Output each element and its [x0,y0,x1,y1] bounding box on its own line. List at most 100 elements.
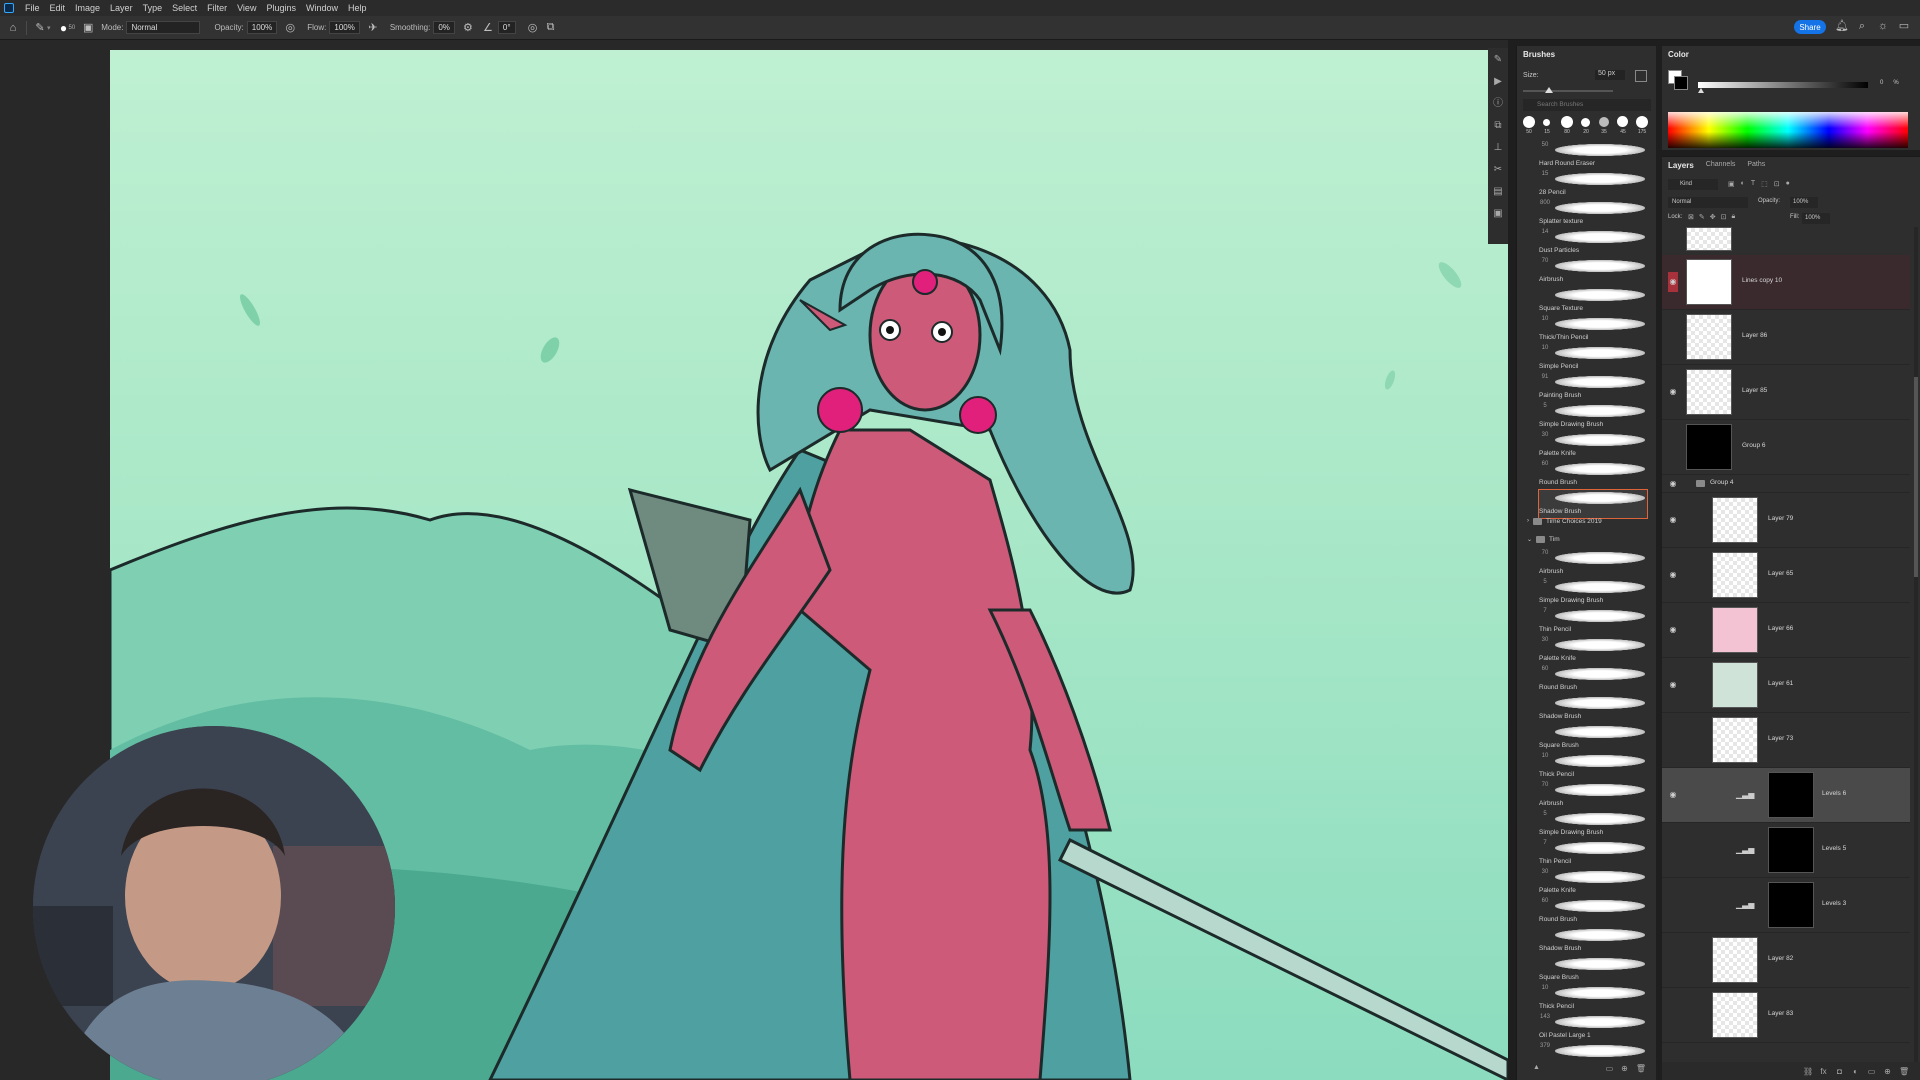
brush-preset-item[interactable]: 14 Dust Particles [1539,229,1647,257]
tab-paths[interactable]: Paths [1747,161,1765,170]
chevron-down-icon[interactable]: ⌄ [1527,536,1532,543]
brush-preset-item[interactable]: 91 Painting Brush [1539,374,1647,402]
chevron-down-icon[interactable]: ▾ [47,24,51,32]
layer-thumbnail[interactable] [1686,314,1732,360]
brush-folder[interactable]: › Time Choices 2019 [1527,514,1647,528]
brush-preset-item[interactable]: 5 Simple Drawing Brush [1539,403,1647,431]
menu-file[interactable]: File [20,3,45,13]
eye-icon[interactable] [1668,332,1678,342]
mode-select[interactable]: Normal [126,21,201,34]
k-value[interactable]: 0% [1880,80,1899,86]
layer-row[interactable]: Layer 86 [1662,310,1910,365]
new-brush-icon[interactable] [1635,70,1647,82]
search-brushes-input[interactable]: Search Brushes [1523,99,1651,111]
export-icon[interactable]: ▣ [1492,208,1504,220]
color-panel-title[interactable]: Color [1668,50,1689,59]
brush-preset-item[interactable]: 30 Palette Knife [1539,869,1647,897]
brush-preset-item[interactable]: 70 Airbrush [1539,258,1647,286]
brush-preset-item[interactable]: Shadow Brush [1539,695,1647,723]
lock-transparency-icon[interactable]: ⊠ [1688,213,1694,221]
layer-thumbnail[interactable] [1712,992,1758,1038]
preset-brush[interactable] [1581,118,1590,127]
adjustment-filter-icon[interactable]: ◐ [1741,180,1745,188]
brush-preset-item[interactable]: 30 Palette Knife [1539,432,1647,460]
levels-adjustment-icon[interactable]: ▁▃▅ [1736,900,1754,909]
brush-preset-item[interactable]: 30 Palette Knife [1539,637,1647,665]
symmetry-icon[interactable]: ⧉ [544,21,558,35]
brush-preset-item[interactable]: 70 Airbrush [1539,782,1647,810]
folder-icon[interactable]: ▭ [1867,1067,1876,1076]
eye-icon[interactable] [1668,845,1678,855]
kind-filter-select[interactable]: Kind [1668,179,1718,190]
color-spectrum[interactable] [1668,112,1908,148]
eye-icon[interactable]: ◉ [1668,570,1678,580]
lock-position-icon[interactable]: ✥ [1710,213,1716,221]
smoothing-field[interactable]: 0% [433,21,455,34]
levels-adjustment-icon[interactable]: ▁▃▅ [1736,845,1754,854]
menu-filter[interactable]: Filter [202,3,232,13]
clone-source-icon[interactable]: ⧉ [1492,120,1504,132]
eye-icon[interactable]: ◉ [1668,479,1678,489]
angle-field[interactable]: 0° [497,21,516,34]
preset-brush[interactable] [1543,119,1550,126]
brush-folder[interactable]: ⌄ Tim [1527,532,1647,546]
play-icon[interactable]: ▶ [1492,76,1504,88]
eye-icon[interactable] [1668,955,1678,965]
trash-icon[interactable]: 🗑︎ [1899,1067,1909,1076]
library-icon[interactable]: ▤ [1492,186,1504,198]
layer-thumbnail[interactable] [1768,827,1814,873]
k-slider[interactable] [1698,82,1868,88]
trash-icon[interactable]: 🗑︎ [1636,1064,1646,1073]
image-filter-icon[interactable]: ▣ [1728,180,1735,188]
brush-settings-icon[interactable]: ✎ [1492,54,1504,66]
layer-thumbnail[interactable] [1686,424,1732,470]
menu-edit[interactable]: Edit [45,3,71,13]
layer-opacity-field[interactable]: 100% [1790,197,1818,208]
filter-toggle-icon[interactable]: ● [1786,180,1790,188]
eye-icon[interactable]: ◉ [1668,625,1678,635]
layer-thumbnail[interactable] [1686,259,1732,305]
layer-row[interactable]: ◉ Layer 65 [1662,548,1910,603]
stamp-icon[interactable]: ⊥ [1492,142,1504,154]
levels-adjustment-icon[interactable]: ▁▃▅ [1736,790,1754,799]
layer-thumbnail[interactable] [1712,552,1758,598]
eye-icon[interactable]: ◉ [1668,272,1678,292]
layer-row[interactable]: ◉ Layer 79 [1662,493,1910,548]
layer-row[interactable]: ◉ Lines copy 10 [1662,255,1910,310]
brush-preset-item[interactable]: 60 Round Brush [1539,666,1647,694]
brush-settings-icon[interactable]: ▣ [81,21,95,35]
brush-preset-item[interactable]: Square Brush [1539,956,1647,984]
layer-row[interactable]: ◉ ▁▃▅ Levels 6 [1662,768,1910,823]
tools-icon[interactable]: ✂ [1492,164,1504,176]
type-filter-icon[interactable]: T [1751,180,1755,188]
background-color-swatch[interactable] [1674,76,1688,90]
folder-icon[interactable]: ▭ [1606,1064,1614,1073]
brush-preset-item[interactable]: 70 Airbrush [1539,550,1647,578]
eye-icon[interactable]: ◉ [1668,790,1678,800]
layer-thumbnail[interactable] [1768,772,1814,818]
search-icon[interactable]: ⌕ [1856,20,1868,32]
flow-field[interactable]: 100% [329,21,360,34]
eye-icon[interactable]: ◉ [1668,515,1678,525]
brushes-panel-title[interactable]: Brushes [1523,50,1555,59]
brush-preset-item[interactable]: 60 Round Brush [1539,461,1647,489]
workspace-icon[interactable]: ▭ [1898,20,1910,32]
lock-all-icon[interactable]: 🔒︎ [1732,213,1736,221]
new-brush-icon[interactable]: ⊕ [1621,1064,1628,1073]
layers-scrollbar[interactable] [1914,227,1918,1063]
preset-brush[interactable] [1523,116,1535,128]
menu-window[interactable]: Window [301,3,343,13]
collapse-icon[interactable]: ▲ [1533,1064,1540,1071]
preset-brush[interactable] [1636,116,1648,128]
eye-icon[interactable] [1668,1010,1678,1020]
brush-preset-item[interactable]: 15 28 Pencil [1539,171,1647,199]
brush-preset-item[interactable]: 10 Thick Pencil [1539,985,1647,1013]
preset-brush[interactable] [1599,117,1609,127]
menu-type[interactable]: Type [138,3,168,13]
brush-preset-item[interactable]: Shadow Brush [1539,927,1647,955]
layer-row[interactable]: ◉ Group 4 [1662,475,1910,493]
brush-preset-item[interactable]: 7 Thin Pencil [1539,608,1647,636]
preset-brush[interactable] [1617,116,1628,127]
menu-view[interactable]: View [232,3,261,13]
brush-preset-item[interactable]: 60 Round Brush [1539,898,1647,926]
